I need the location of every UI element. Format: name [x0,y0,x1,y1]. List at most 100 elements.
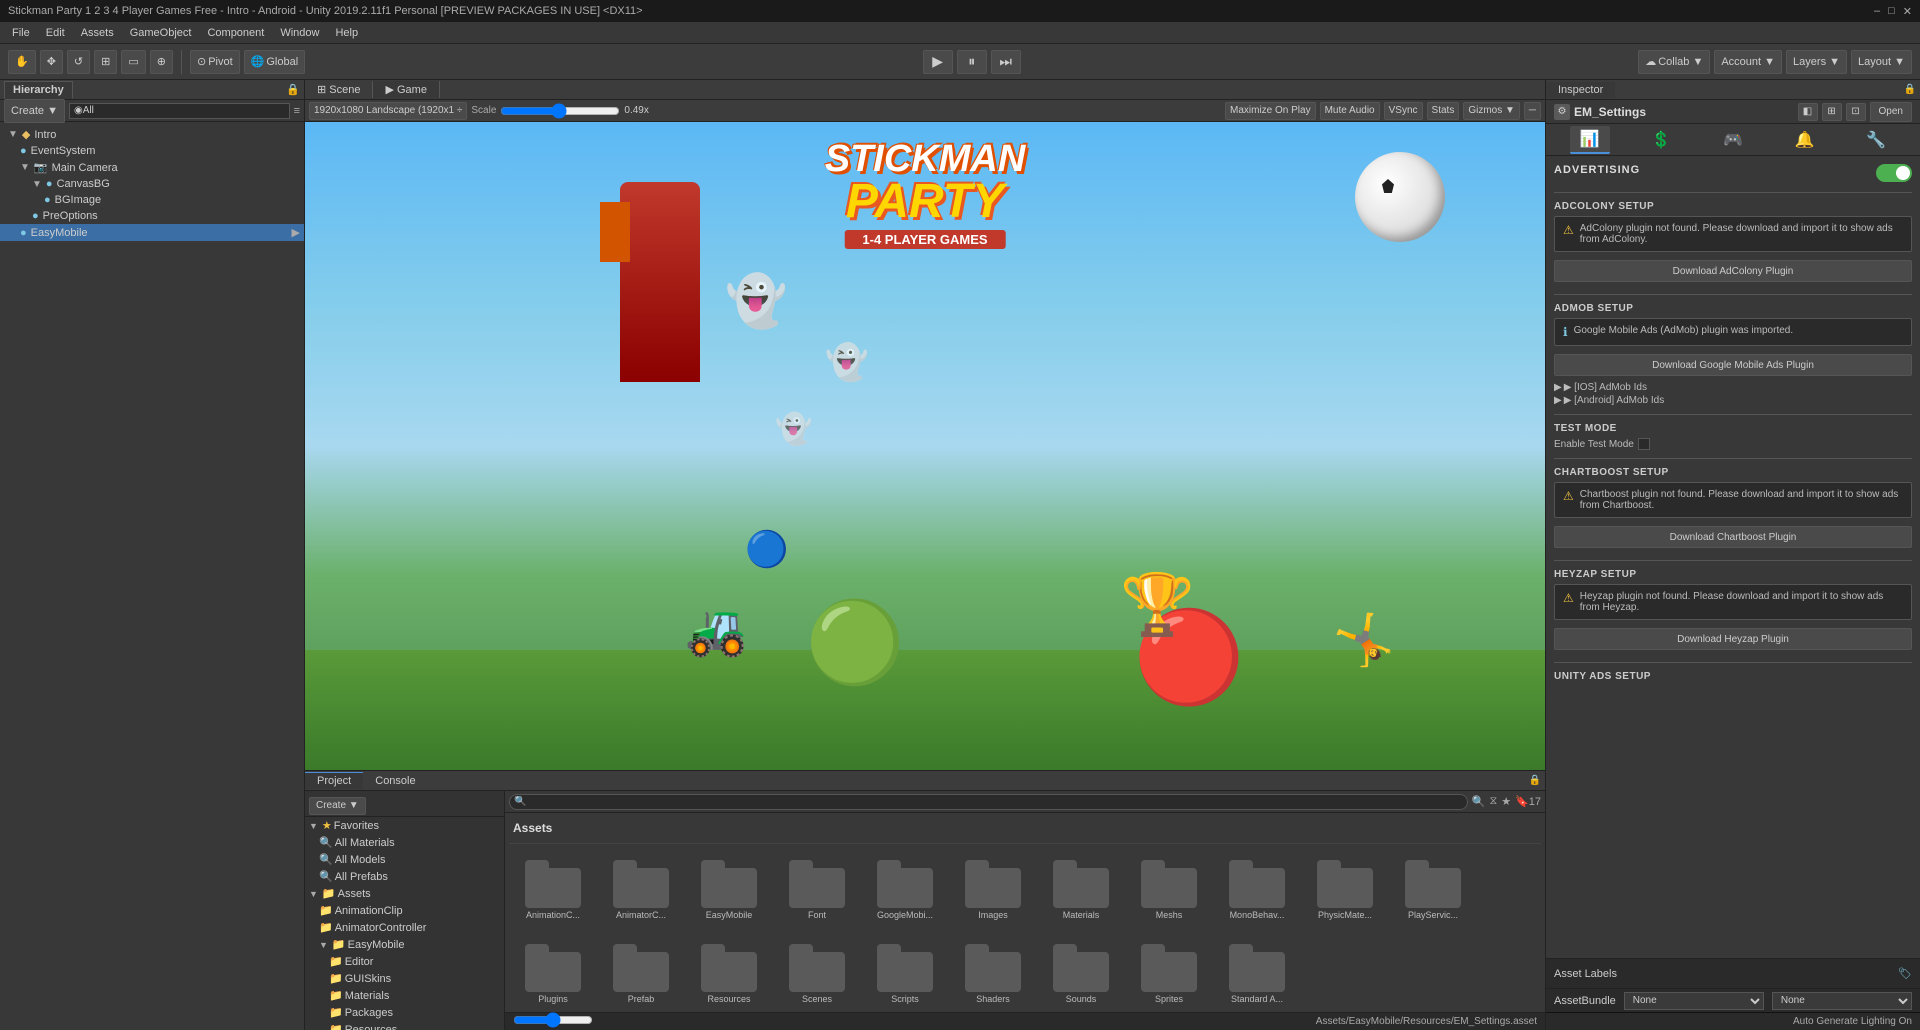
hierarchy-search-input[interactable] [69,103,290,119]
menu-window[interactable]: Window [272,25,327,41]
asset-font[interactable]: Font [777,856,857,924]
tree-resources[interactable]: 📁 Resources [305,1021,504,1030]
vsync-btn[interactable]: VSync [1384,102,1423,120]
asset-shaders[interactable]: Shaders [953,940,1033,1008]
advertising-toggle[interactable] [1876,164,1912,182]
asset-bundle-select1[interactable]: None [1624,992,1764,1010]
maximize-btn[interactable]: Maximize On Play [1225,102,1316,120]
resolution-btn[interactable]: 1920x1080 Landscape (1920x1 ÷ [309,102,467,120]
project-create-btn[interactable]: Create ▼ [309,797,366,815]
maximize-btn[interactable]: □ [1888,5,1895,18]
assets-search-input[interactable] [509,794,1468,810]
scale-tool-btn[interactable]: ⊞ [94,50,117,74]
tree-packages[interactable]: 📁 Packages [305,1004,504,1021]
global-btn[interactable]: 🌐 Global [244,50,306,74]
menu-assets[interactable]: Assets [73,25,122,41]
hierarchy-create-btn[interactable]: Create ▼ [4,99,65,123]
asset-animationc[interactable]: AnimationC... [513,856,593,924]
asset-sprites[interactable]: Sprites [1129,940,1209,1008]
insp-btn3[interactable]: ⊡ [1846,103,1866,121]
bell-tab-btn[interactable]: 🔔 [1785,126,1825,154]
hierarchy-item-preoptions[interactable]: ● PreOptions [0,208,304,224]
asset-plugins[interactable]: Plugins [513,940,593,1008]
asset-prefab[interactable]: Prefab [601,940,681,1008]
chartboost-download-btn[interactable]: Download Chartboost Plugin [1554,526,1912,548]
adcolony-download-btn[interactable]: Download AdColony Plugin [1554,260,1912,282]
hierarchy-item-easymobile[interactable]: ● EasyMobile ▶ [0,224,304,241]
tree-animatorcontroller[interactable]: 📁 AnimatorController [305,919,504,936]
tree-all-materials[interactable]: 🔍 All Materials [305,834,504,851]
step-btn[interactable]: ⏭ [991,50,1021,74]
menu-file[interactable]: File [4,25,38,41]
asset-easymobile[interactable]: EasyMobile [689,856,769,924]
tree-easymobile-assets[interactable]: ▼ 📁 EasyMobile [305,936,504,953]
move-tool-btn[interactable]: ✥ [40,50,63,74]
tree-editor[interactable]: 📁 Editor [305,953,504,970]
tree-assets[interactable]: ▼ 📁 Assets [305,885,504,902]
asset-scenes[interactable]: Scenes [777,940,857,1008]
minimize-panel-btn[interactable]: ─ [1524,102,1541,120]
asset-googlemobi[interactable]: GoogleMobi... [865,856,945,924]
menu-gameobject[interactable]: GameObject [122,25,200,41]
insp-btn1[interactable]: ◧ [1798,103,1818,121]
hierarchy-tab[interactable]: Hierarchy [4,81,73,99]
tab-console[interactable]: Console [363,773,427,789]
layout-btn[interactable]: Layout ▼ [1851,50,1912,74]
hierarchy-item-canvasbg[interactable]: ▼ ● CanvasBG [0,176,304,192]
tree-animationclip[interactable]: 📁 AnimationClip [305,902,504,919]
tree-guiskins[interactable]: 📁 GUISkins [305,970,504,987]
tab-project[interactable]: Project [305,772,363,789]
insp-lock-icon[interactable]: 🔒 [1900,84,1920,95]
heyzap-download-btn[interactable]: Download Heyzap Plugin [1554,628,1912,650]
mute-btn[interactable]: Mute Audio [1320,102,1380,120]
ios-admob-ids[interactable]: ▶ ▶ [IOS] AdMob Ids [1554,382,1912,393]
scale-slider[interactable] [500,103,620,119]
close-btn[interactable]: ✕ [1903,5,1912,18]
gizmos-btn[interactable]: Gizmos ▼ [1463,102,1520,120]
menu-component[interactable]: Component [199,25,272,41]
testmode-checkbox[interactable] [1638,438,1650,450]
collab-btn[interactable]: ☁ Collab ▼ [1638,50,1710,74]
analytics-tab-btn[interactable]: 📊 [1570,126,1610,154]
asset-meshs[interactable]: Meshs [1129,856,1209,924]
tree-all-prefabs[interactable]: 🔍 All Prefabs [305,868,504,885]
insp-btn2[interactable]: ⊞ [1822,103,1842,121]
pause-btn[interactable]: ⏸ [957,50,987,74]
hierarchy-item-intro[interactable]: ▼ ◆ Intro [0,126,304,143]
money-tab-btn[interactable]: 💲 [1641,126,1681,154]
menu-help[interactable]: Help [327,25,366,41]
tab-scene[interactable]: ⊞ Scene [305,81,373,98]
tree-materials-assets[interactable]: 📁 Materials [305,987,504,1004]
hierarchy-item-maincamera[interactable]: ▼ 📷 Main Camera [0,159,304,176]
admob-download-btn[interactable]: Download Google Mobile Ads Plugin [1554,354,1912,376]
transform-tool-btn[interactable]: ⊕ [150,50,173,74]
minimize-btn[interactable]: – [1874,5,1880,18]
asset-scripts[interactable]: Scripts [865,940,945,1008]
asset-animatorc[interactable]: AnimatorC... [601,856,681,924]
asset-standard-a[interactable]: Standard A... [1217,940,1297,1008]
tree-favorites[interactable]: ▼ ★ Favorites [305,817,504,834]
path-zoom-slider[interactable] [513,1012,593,1028]
open-btn[interactable]: Open [1870,102,1912,122]
play-btn[interactable]: ▶ [923,50,953,74]
asset-bundle-select2[interactable]: None [1772,992,1912,1010]
tab-game[interactable]: ▶ Game [373,81,439,98]
stats-btn[interactable]: Stats [1427,102,1460,120]
pivot-btn[interactable]: ⊙ Pivot [190,50,240,74]
asset-materials[interactable]: Materials [1041,856,1121,924]
menu-edit[interactable]: Edit [38,25,73,41]
hierarchy-item-bgimage[interactable]: ● BGImage [0,192,304,208]
wrench-tab-btn[interactable]: 🔧 [1856,126,1896,154]
gamepad-tab-btn[interactable]: 🎮 [1713,126,1753,154]
asset-physicmate[interactable]: PhysicMate... [1305,856,1385,924]
rect-tool-btn[interactable]: ▭ [121,50,145,74]
tab-inspector[interactable]: Inspector [1546,82,1615,98]
hand-tool-btn[interactable]: ✋ [8,50,36,74]
asset-monobehav[interactable]: MonoBehav... [1217,856,1297,924]
rotate-tool-btn[interactable]: ↺ [67,50,90,74]
account-btn[interactable]: Account ▼ [1714,50,1782,74]
tree-all-models[interactable]: 🔍 All Models [305,851,504,868]
asset-playservic[interactable]: PlayServic... [1393,856,1473,924]
asset-resources[interactable]: Resources [689,940,769,1008]
asset-images[interactable]: Images [953,856,1033,924]
